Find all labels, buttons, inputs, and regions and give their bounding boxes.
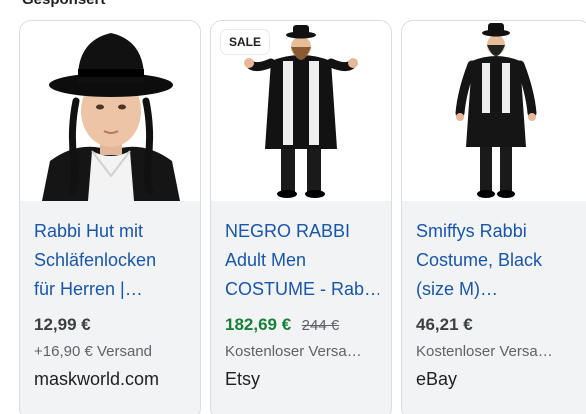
rabbi-costume-photo [402, 21, 586, 201]
product-image[interactable] [402, 21, 586, 201]
product-price: 12,99 € [34, 315, 91, 334]
original-price: 244 € [301, 317, 340, 334]
product-title-line: Rabbi Hut mit [34, 221, 144, 241]
store-name: eBay [416, 369, 458, 389]
product-title-link[interactable]: Rabbi Hut mit Schläfenlocken für Herren … [34, 217, 188, 304]
shipping-info: +16,90 € Versand [34, 343, 153, 360]
product-title-line: Costume, Black [416, 250, 543, 270]
product-image[interactable]: SALE [211, 21, 391, 201]
price-row: 12,99 € [34, 315, 91, 335]
price-row: 182,69 € 244 € [225, 315, 339, 335]
sale-price: 182,69 € [225, 315, 292, 334]
product-title-link[interactable]: NEGRO RABBI Adult Men COSTUME - Rab… [225, 217, 379, 304]
product-card[interactable]: Smiffys Rabbi Costume, Black (size M)… 4… [401, 20, 586, 414]
rabbi-hat-with-sidelocks-photo [20, 21, 200, 201]
product-card[interactable]: SALE NEGRO RABBI Adult Men COSTUME - Rab… [210, 20, 392, 414]
product-title-line: (size M)… [416, 279, 498, 299]
sponsored-label: Gesponsert [22, 0, 105, 8]
product-title-line: NEGRO RABBI [225, 221, 351, 241]
sale-badge: SALE [221, 30, 270, 54]
product-title-line: Smiffys Rabbi [416, 221, 527, 241]
product-title-line: Schläfenlocken [34, 250, 157, 270]
price-row: 46,21 € [416, 315, 473, 335]
product-image[interactable] [20, 21, 200, 201]
shipping-info: Kostenloser Versa… [225, 343, 362, 360]
product-card[interactable]: Rabbi Hut mit Schläfenlocken für Herren … [19, 20, 201, 414]
sponsored-header: Gesponsert [0, 0, 586, 10]
product-title-line: COSTUME - Rab… [225, 279, 379, 299]
product-title-line: Adult Men [225, 250, 307, 270]
product-title-link[interactable]: Smiffys Rabbi Costume, Black (size M)… [416, 217, 570, 304]
product-title-line: für Herren |… [34, 279, 143, 299]
store-name: Etsy [225, 369, 261, 389]
shipping-info: Kostenloser Versa… [416, 343, 553, 360]
store-name: maskworld.com [34, 369, 160, 389]
product-price: 46,21 € [416, 315, 473, 334]
